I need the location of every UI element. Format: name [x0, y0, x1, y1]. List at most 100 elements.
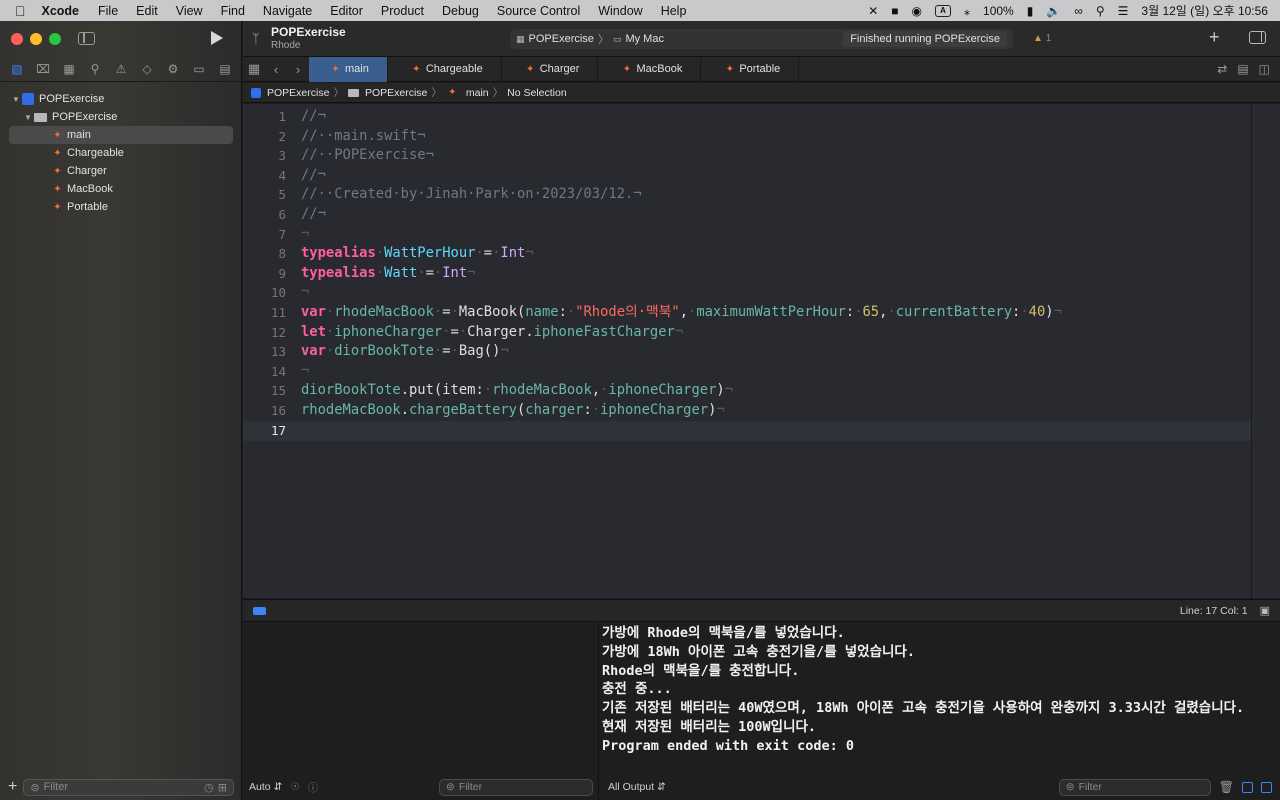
volume-icon[interactable]: 🔈 — [1046, 4, 1061, 18]
datetime[interactable]: 3월 12일 (일) 오후 10:56 — [1141, 2, 1268, 19]
test-navigator-icon[interactable]: ◇ — [137, 62, 157, 76]
variables-filter-input[interactable]: ⊜ Filter — [439, 778, 593, 796]
apple-menu-icon[interactable]:  — [0, 3, 34, 19]
editor-options-icon[interactable]: ▤ — [1237, 62, 1248, 76]
bluetooth-icon[interactable]: ⁎ — [964, 4, 970, 18]
source-editor[interactable]: 1 2 3 4 5 6 7 8 9 10 11 12 13 14 15 16 1… — [243, 104, 1280, 598]
hide-debug-area-icon[interactable]: ▣ — [1260, 604, 1270, 617]
tab-portable[interactable]: ✦ Portable — [701, 56, 800, 82]
tree-item-project[interactable]: ▼ POPExercise — [0, 90, 242, 108]
menu-navigate[interactable]: Navigate — [254, 4, 321, 18]
mute-icon[interactable]: ✕ — [868, 4, 878, 18]
breadcrumb-project[interactable]: POPExercise — [267, 87, 329, 99]
console-output: 가방에 Rhode의 맥북을/를 넣었습니다. 가방에 18Wh 아이폰 고속 충… — [602, 624, 1244, 756]
related-items-icon[interactable]: ▦ — [243, 61, 265, 77]
library-add-icon[interactable]: + — [1209, 27, 1220, 48]
trash-icon[interactable]: 🗑 — [1219, 780, 1234, 794]
run-button-icon[interactable] — [211, 31, 223, 45]
menu-editor[interactable]: Editor — [321, 4, 372, 18]
tab-label: Portable — [739, 63, 781, 75]
tab-charger[interactable]: ✦ Charger — [502, 56, 599, 82]
folder-icon — [34, 112, 47, 122]
destination-name[interactable]: My Mac — [625, 33, 664, 45]
token-identifier: rhodeMacBook — [301, 402, 401, 418]
input-method-icon[interactable]: A — [935, 4, 952, 17]
issue-navigator-icon[interactable]: ⚠ — [111, 62, 131, 76]
menu-window[interactable]: Window — [589, 4, 651, 18]
battery-percent[interactable]: 100% — [983, 4, 1014, 18]
variables-mode-selector[interactable]: Auto ⇵ — [249, 781, 282, 793]
show-variables-icon[interactable] — [1242, 781, 1253, 793]
breadcrumb-file[interactable]: main — [466, 87, 489, 99]
symbol-navigator-icon[interactable]: ▦ — [59, 62, 79, 76]
close-window-button[interactable] — [11, 33, 23, 45]
token-method: put — [409, 382, 434, 399]
link-icon[interactable]: ∞ — [1074, 4, 1083, 18]
swap-editor-icon[interactable]: ⇄ — [1217, 62, 1227, 76]
split-editor-icon[interactable]: ◫ — [1259, 62, 1270, 76]
forward-icon[interactable]: › — [287, 62, 309, 77]
editor-scrollbar[interactable] — [1251, 104, 1280, 598]
find-navigator-icon[interactable]: ⚲ — [85, 62, 105, 76]
back-icon[interactable]: ‹ — [265, 62, 287, 77]
status-items: ✕ ■ ◉ A ⁎ 100% ▮ 🔈 ∞ ⚲ ☰ 3월 12일 (일) 오후 1… — [868, 2, 1280, 19]
tree-item-main[interactable]: ✦ main — [9, 126, 233, 144]
disclosure-open-icon[interactable]: ▼ — [22, 113, 34, 122]
navigator-filter-input[interactable]: ⊜ Filter ◷ ⊞ — [23, 778, 234, 796]
warning-indicator[interactable]: ▲ 1 — [1033, 33, 1051, 44]
menu-edit[interactable]: Edit — [127, 4, 167, 18]
tree-item-group[interactable]: ▼ POPExercise — [0, 108, 242, 126]
filter-options-icon[interactable]: ⊜ — [30, 781, 39, 794]
tab-main[interactable]: ✦ main — [309, 56, 388, 82]
menu-source-control[interactable]: Source Control — [488, 4, 589, 18]
add-file-icon[interactable]: + — [8, 778, 17, 796]
menu-find[interactable]: Find — [212, 4, 254, 18]
tab-chargeable[interactable]: ✦ Chargeable — [388, 56, 502, 82]
eye-icon[interactable]: ☉ — [290, 781, 299, 793]
menu-debug[interactable]: Debug — [433, 4, 488, 18]
show-console-icon[interactable] — [1261, 781, 1272, 793]
tab-macbook[interactable]: ✦ MacBook — [598, 56, 702, 82]
tree-item-charger[interactable]: ✦ Charger — [0, 162, 242, 180]
menu-app-name[interactable]: Xcode — [34, 4, 90, 18]
menu-file[interactable]: File — [89, 4, 127, 18]
tree-item-portable[interactable]: ✦ Portable — [0, 198, 242, 216]
menu-help[interactable]: Help — [652, 4, 696, 18]
disclosure-open-icon[interactable]: ▼ — [10, 95, 22, 104]
debug-navigator-icon[interactable]: ⚙ — [163, 62, 183, 76]
branch-icon[interactable]: ᛉ — [252, 31, 260, 46]
notification-icon[interactable]: ◉ — [912, 4, 922, 18]
swift-file-icon: ✦ — [53, 129, 62, 141]
token-system-type: Int — [442, 264, 468, 281]
breakpoint-navigator-icon[interactable]: ▭ — [189, 62, 209, 76]
output-mode-selector[interactable]: All Output ⇵ — [608, 781, 666, 793]
menu-product[interactable]: Product — [372, 4, 433, 18]
tree-item-chargeable[interactable]: ✦ Chargeable — [0, 144, 242, 162]
breadcrumb-group[interactable]: POPExercise — [365, 87, 427, 99]
menu-view[interactable]: View — [167, 4, 212, 18]
code-line-let: let·iphoneCharger·=·Charger.iphoneFastCh… — [301, 323, 684, 340]
xcode-project-icon — [251, 87, 261, 98]
source-control-filter-icon[interactable]: ⊞ — [218, 781, 227, 794]
console-view[interactable]: 가방에 Rhode의 맥북을/를 넣었습니다. 가방에 18Wh 아이폰 고속 충… — [600, 623, 1280, 800]
control-center-icon[interactable]: ☰ — [1118, 4, 1129, 18]
toggle-inspector-icon[interactable] — [1249, 31, 1266, 44]
project-navigator-icon[interactable]: ▧ — [7, 62, 27, 76]
code-line-empty: ¬ — [301, 284, 310, 301]
toggle-debug-area-icon[interactable] — [253, 606, 266, 615]
recent-files-icon[interactable]: ◷ — [204, 781, 214, 794]
breadcrumb-selection[interactable]: No Selection — [507, 87, 567, 99]
toggle-sidebar-icon[interactable] — [78, 32, 95, 45]
minimize-window-button[interactable] — [30, 33, 42, 45]
info-icon[interactable]: ⓘ — [308, 780, 319, 795]
scheme-selector[interactable]: ▦ POPExercise 〉 ▭ My Mac — [516, 31, 664, 47]
search-icon[interactable]: ⚲ — [1096, 4, 1105, 18]
console-filter-input[interactable]: ⊜ Filter — [1058, 778, 1211, 796]
tree-item-macbook[interactable]: ✦ MacBook — [0, 180, 242, 198]
report-navigator-icon[interactable]: ▤ — [215, 62, 235, 76]
video-icon[interactable]: ■ — [891, 4, 898, 18]
line-number: 11 — [270, 305, 286, 320]
branch-name[interactable]: Rhode — [271, 40, 300, 51]
zoom-window-button[interactable] — [49, 33, 61, 45]
source-control-navigator-icon[interactable]: ⌧ — [33, 62, 53, 76]
